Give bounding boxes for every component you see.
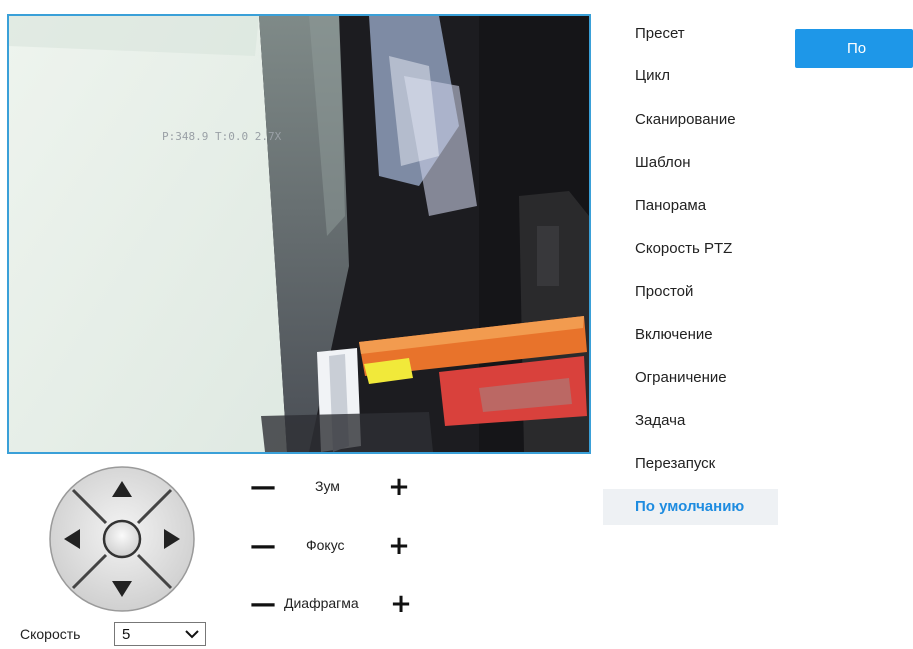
menu-item[interactable]: Панорама <box>603 188 778 224</box>
ptz-direction-pad <box>48 465 196 613</box>
focus-control: — Фокус + <box>250 531 420 561</box>
arrow-right-icon <box>164 529 180 549</box>
menu-item[interactable]: Пресет <box>603 16 778 52</box>
ptz-up-button[interactable] <box>105 473 139 507</box>
speed-label: Скорость <box>20 626 81 642</box>
arrow-up-icon <box>112 481 132 497</box>
menu-item[interactable]: Шаблон <box>603 145 778 181</box>
zoom-in-button[interactable]: + <box>386 472 412 502</box>
arrow-left-icon <box>64 529 80 549</box>
menu-item[interactable]: Перезапуск <box>603 446 778 482</box>
focus-plus-button[interactable]: + <box>386 531 412 561</box>
focus-minus-button[interactable]: — <box>250 531 276 561</box>
ptz-center-button[interactable] <box>102 519 142 559</box>
zoom-out-button[interactable]: — <box>250 472 276 502</box>
speed-value: 5 <box>122 626 131 643</box>
zoom-label: Зум <box>315 478 340 494</box>
menu-item[interactable]: Задача <box>603 403 778 439</box>
menu-item[interactable]: По умолчанию <box>603 489 778 525</box>
focus-label: Фокус <box>306 537 345 553</box>
camera-frame-image <box>9 16 589 452</box>
ptz-left-button[interactable] <box>56 522 90 556</box>
ptz-down-button[interactable] <box>105 571 139 605</box>
menu-item[interactable]: Ограничение <box>603 360 778 396</box>
center-circle-icon <box>102 519 142 559</box>
iris-label: Диафрагма <box>284 595 359 611</box>
chevron-down-icon <box>185 630 199 639</box>
ptz-right-button[interactable] <box>154 522 188 556</box>
iris-minus-button[interactable]: — <box>250 589 276 619</box>
menu-item[interactable]: Сканирование <box>603 102 778 138</box>
zoom-control: — Зум + <box>250 472 420 502</box>
menu-item[interactable]: Включение <box>603 317 778 353</box>
speed-select[interactable]: 5 <box>114 622 206 646</box>
arrow-down-icon <box>112 581 132 597</box>
default-action-button[interactable]: По <box>795 29 913 68</box>
live-video-view[interactable]: P:348.9 T:0.0 2.7X <box>7 14 591 454</box>
osd-position-overlay: P:348.9 T:0.0 2.7X <box>162 130 282 143</box>
menu-item[interactable]: Скорость PTZ <box>603 231 778 267</box>
menu-item[interactable]: Простой <box>603 274 778 310</box>
iris-control: — Диафрагма + <box>250 589 420 619</box>
iris-plus-button[interactable]: + <box>388 589 414 619</box>
menu-item[interactable]: Цикл <box>603 58 778 94</box>
